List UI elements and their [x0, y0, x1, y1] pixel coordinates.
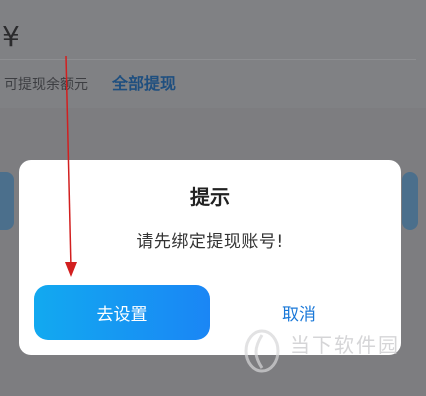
currency-symbol: ¥: [2, 20, 20, 53]
go-settings-button[interactable]: 去设置: [34, 285, 210, 340]
watermark-text: 当下软件园: [290, 333, 400, 357]
dialog-message: 请先绑定提现账号!: [136, 232, 284, 252]
divider: [0, 59, 416, 60]
withdraw-all-link[interactable]: 全部提现: [112, 73, 176, 95]
background-button-right: [402, 172, 418, 230]
background-button-left: [0, 172, 14, 230]
dialog-title: 提示: [190, 185, 230, 209]
available-balance-label: 可提现余额元: [4, 77, 88, 93]
